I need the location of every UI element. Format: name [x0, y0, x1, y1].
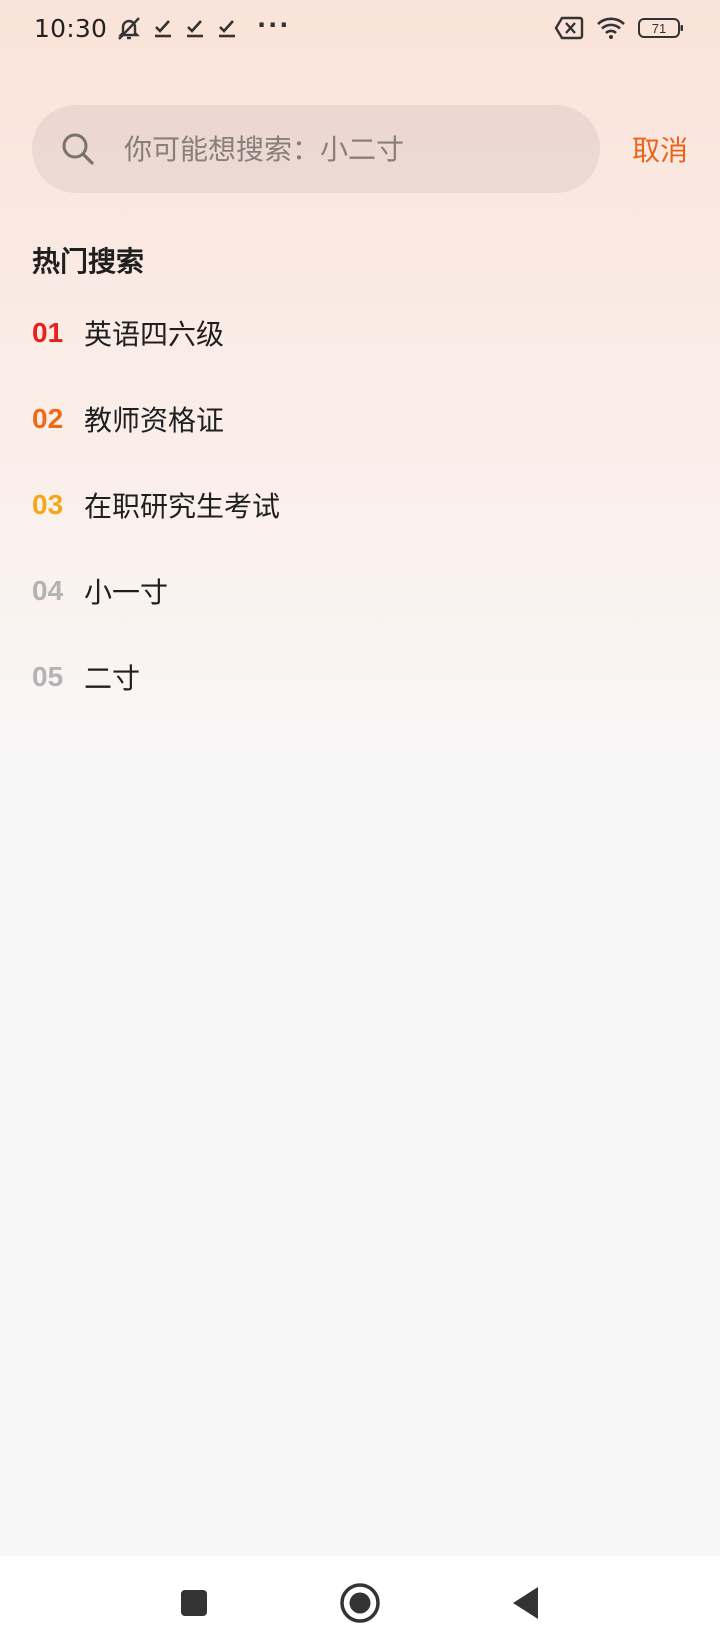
search-row: 取消: [32, 105, 688, 193]
hot-search-item[interactable]: 02 教师资格证: [32, 376, 688, 462]
hot-search-rank: 02: [32, 403, 64, 434]
status-time: 10:30: [34, 13, 108, 43]
hot-search-item[interactable]: 01 英语四六级: [32, 290, 688, 376]
hot-search-rank: 03: [32, 489, 64, 520]
hot-search-text: 英语四六级: [84, 318, 225, 351]
hot-search-item[interactable]: 03 在职研究生考试: [32, 462, 688, 548]
battery-icon: 71: [638, 17, 684, 39]
check-icon: [215, 16, 239, 40]
status-bar: 10:30 ··· 71: [0, 0, 720, 56]
wifi-icon: [596, 16, 626, 40]
navigation-bar: [0, 1556, 720, 1650]
cancel-button[interactable]: 取消: [632, 129, 688, 169]
home-icon[interactable]: [332, 1575, 388, 1631]
search-icon: [58, 129, 98, 169]
mute-icon: [115, 14, 143, 42]
search-input[interactable]: [124, 132, 544, 166]
check-icon: [183, 16, 207, 40]
hot-search-text: 教师资格证: [84, 404, 225, 437]
hot-search-item[interactable]: 05 二寸: [32, 634, 688, 720]
hot-search-rank: 05: [32, 661, 64, 692]
more-icon: ···: [257, 11, 291, 39]
hot-search-rank: 04: [32, 575, 64, 606]
hot-search-rank: 01: [32, 317, 64, 348]
status-left: 10:30 ···: [34, 11, 291, 43]
hot-search-text: 二寸: [84, 662, 141, 695]
hot-search-title: 热门搜索: [32, 245, 145, 278]
hot-search-item[interactable]: 04 小一寸: [32, 548, 688, 634]
hot-search-text: 在职研究生考试: [84, 490, 281, 523]
sim-error-icon: [554, 16, 584, 40]
recents-icon[interactable]: [166, 1575, 222, 1631]
hot-search-text: 小一寸: [84, 576, 169, 609]
search-box[interactable]: [32, 105, 600, 193]
hot-search-list: 01 英语四六级 02 教师资格证 03 在职研究生考试 04 小一寸 05 二…: [32, 290, 688, 720]
check-icon: [151, 16, 175, 40]
battery-level: 71: [651, 20, 667, 36]
back-icon[interactable]: [498, 1575, 554, 1631]
status-right: 71: [554, 16, 684, 40]
